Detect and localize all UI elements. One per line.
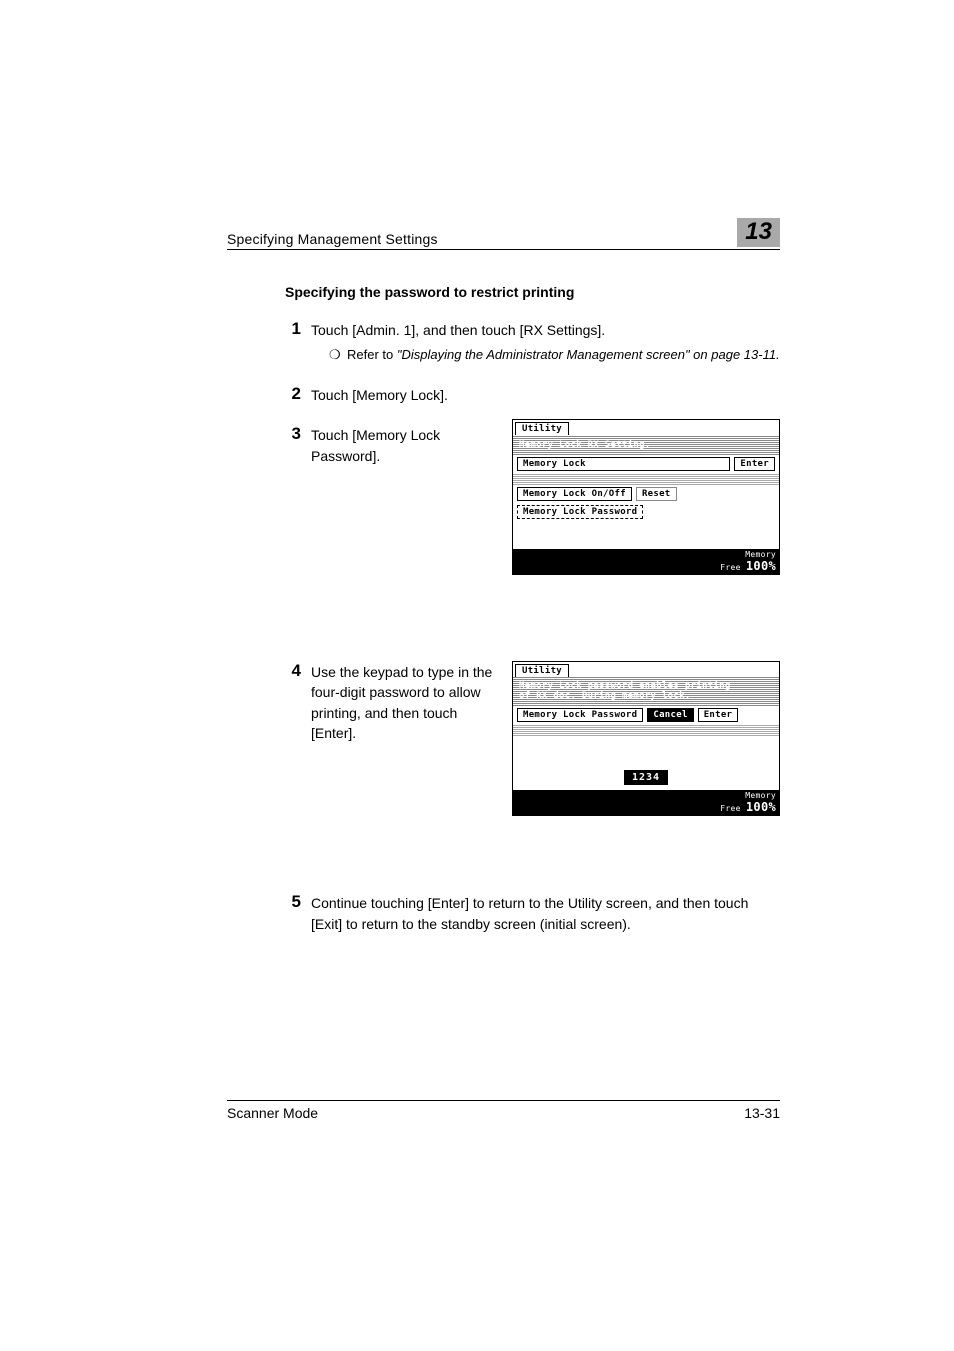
step-text: Touch [Admin. 1], and then touch [RX Set…: [311, 320, 780, 340]
step-number: 4: [285, 662, 311, 743]
memory-lock-onoff-chip: Memory Lock On/Off: [517, 487, 632, 501]
step-1: 1 Touch [Admin. 1], and then touch [RX S…: [285, 320, 780, 365]
header-title: Specifying Management Settings: [227, 231, 438, 247]
screen-msg-line2: of RX doc. During memory lock.: [519, 691, 773, 701]
chapter-number: 13: [737, 218, 780, 247]
step-number: 1: [285, 320, 311, 365]
enter-button: Enter: [698, 708, 739, 722]
step-text: Touch [Memory Lock Password].: [311, 425, 499, 466]
footer-page-number: 13-31: [744, 1105, 780, 1121]
step-sub: ❍ Refer to "Displaying the Administrator…: [329, 346, 780, 365]
step-5: 5 Continue touching [Enter] to return to…: [285, 893, 780, 934]
utility-tab: Utility: [515, 422, 569, 435]
page-footer: Scanner Mode 13-31: [227, 1100, 780, 1121]
memory-free-value: 100%: [746, 559, 776, 573]
step-text: Touch [Memory Lock].: [311, 385, 780, 405]
screen-title: Memory Lock RX Setting.: [519, 440, 651, 450]
bullet-icon: ❍: [329, 346, 347, 365]
utility-tab: Utility: [515, 664, 569, 677]
step-text: Use the keypad to type in the four-digit…: [311, 662, 499, 743]
reset-button: Reset: [636, 487, 677, 501]
device-screenshot-1: Utility Memory Lock RX Setting. Memory L…: [512, 419, 780, 575]
step-text: Continue touching [Enter] to return to t…: [311, 893, 780, 934]
memory-free-value: 100%: [746, 800, 776, 814]
password-display: 1234: [624, 770, 668, 785]
footer-left: Scanner Mode: [227, 1105, 318, 1121]
sub-prefix: Refer to: [347, 347, 397, 362]
step-number: 5: [285, 893, 311, 934]
screen-msg-line1: Memory Lock password enables printing: [519, 681, 773, 691]
page-header: Specifying Management Settings 13: [227, 218, 780, 250]
section-heading: Specifying the password to restrict prin…: [285, 284, 780, 300]
sub-ref: "Displaying the Administrator Management…: [397, 347, 780, 362]
step-number: 2: [285, 385, 311, 405]
cancel-button: Cancel: [647, 708, 693, 722]
enter-button: Enter: [734, 457, 775, 471]
step-2: 2 Touch [Memory Lock].: [285, 385, 780, 405]
step-number: 3: [285, 425, 311, 466]
memory-lock-chip: Memory Lock: [517, 457, 730, 471]
memory-lock-password-chip: Memory Lock Password: [517, 708, 643, 722]
device-screenshot-2: Utility Memory Lock password enables pri…: [512, 661, 780, 816]
memory-lock-password-chip: Memory Lock Password: [517, 505, 643, 519]
